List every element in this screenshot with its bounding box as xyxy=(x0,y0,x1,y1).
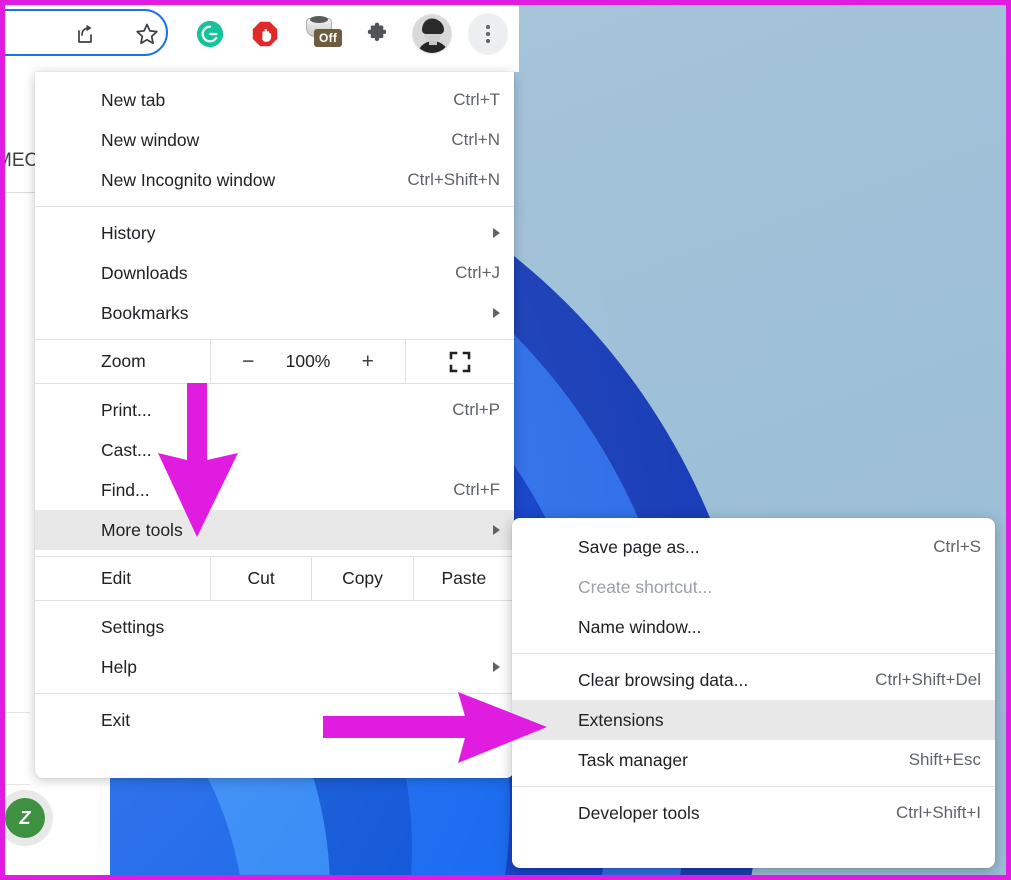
menu-item-label: New Incognito window xyxy=(101,169,276,190)
more-tools-submenu: Save page as... Ctrl+S Create shortcut..… xyxy=(512,518,995,868)
menu-item-cast[interactable]: Cast... xyxy=(35,430,514,470)
screenshot-frame-bottom xyxy=(0,875,1011,880)
menu-item-label: More tools xyxy=(101,519,183,540)
dark-reader-extension-icon[interactable]: Off xyxy=(302,14,343,54)
extensions-puzzle-icon[interactable] xyxy=(357,14,397,54)
paste-button[interactable]: Paste xyxy=(412,557,514,600)
fullscreen-icon[interactable] xyxy=(406,340,514,383)
menu-separator-2 xyxy=(35,693,514,694)
profile-avatar[interactable] xyxy=(412,14,452,54)
bookmark-star-icon[interactable] xyxy=(127,14,167,54)
menu-item-label: Exit xyxy=(101,709,131,730)
menu-item-label: Settings xyxy=(101,616,165,637)
submenu-item-label: Developer tools xyxy=(578,802,700,823)
chat-widget-letter: Z xyxy=(5,798,45,838)
zoom-level-value: 100% xyxy=(285,351,331,371)
chevron-right-icon xyxy=(493,525,500,535)
submenu-item-label: Save page as... xyxy=(578,536,700,557)
menu-item-label: History xyxy=(101,222,156,243)
zoom-in-button[interactable]: + xyxy=(355,350,381,374)
submenu-item-label: Task manager xyxy=(578,749,688,770)
menu-item-shortcut: Ctrl+J xyxy=(455,263,500,282)
screenshot-frame-top xyxy=(0,0,1011,5)
chrome-menu-kebab-icon[interactable] xyxy=(468,13,508,55)
menu-item-settings[interactable]: Settings xyxy=(35,607,514,647)
submenu-item-create-shortcut: Create shortcut... xyxy=(512,567,995,607)
menu-item-shortcut: Ctrl+N xyxy=(451,130,500,149)
submenu-item-label: Extensions xyxy=(578,709,664,730)
submenu-item-task-manager[interactable]: Task manager Shift+Esc xyxy=(512,740,995,780)
menu-item-new-tab[interactable]: New tab Ctrl+T xyxy=(35,80,514,120)
menu-item-shortcut: Ctrl+F xyxy=(453,480,500,499)
chevron-right-icon xyxy=(493,662,500,672)
menu-item-label: New tab xyxy=(101,89,166,110)
submenu-separator-1 xyxy=(512,653,995,654)
submenu-item-shortcut: Ctrl+Shift+Del xyxy=(875,670,981,689)
menu-item-shortcut: Ctrl+P xyxy=(452,400,500,419)
edit-label: Edit xyxy=(101,568,132,588)
submenu-item-label: Clear browsing data... xyxy=(578,669,749,690)
menu-zoom-row: Zoom − 100% + xyxy=(35,339,514,384)
menu-item-find[interactable]: Find... Ctrl+F xyxy=(35,470,514,510)
submenu-separator-2 xyxy=(512,786,995,787)
menu-item-history[interactable]: History xyxy=(35,213,514,253)
submenu-item-shortcut: Ctrl+S xyxy=(933,537,981,556)
menu-item-label: Print... xyxy=(101,399,152,420)
menu-item-new-window[interactable]: New window Ctrl+N xyxy=(35,120,514,160)
submenu-item-extensions[interactable]: Extensions xyxy=(512,700,995,740)
submenu-item-label: Name window... xyxy=(578,616,702,637)
menu-item-label: Find... xyxy=(101,479,150,500)
menu-item-label: Downloads xyxy=(101,262,188,283)
submenu-item-clear-browsing-data[interactable]: Clear browsing data... Ctrl+Shift+Del xyxy=(512,660,995,700)
adblock-extension-icon[interactable] xyxy=(245,14,285,54)
menu-edit-row: Edit Cut Copy Paste xyxy=(35,556,514,601)
menu-item-label: Bookmarks xyxy=(101,302,189,323)
menu-item-shortcut: Ctrl+T xyxy=(453,90,500,109)
chrome-main-menu: New tab Ctrl+T New window Ctrl+N New Inc… xyxy=(35,72,514,778)
zoom-out-button[interactable]: − xyxy=(235,350,261,374)
chevron-right-icon xyxy=(493,308,500,318)
chevron-right-icon xyxy=(493,228,500,238)
menu-item-print[interactable]: Print... Ctrl+P xyxy=(35,390,514,430)
dark-reader-off-badge: Off xyxy=(314,29,343,47)
menu-item-exit[interactable]: Exit xyxy=(35,700,514,740)
grammarly-extension-icon[interactable] xyxy=(190,14,230,54)
menu-item-label: Help xyxy=(101,656,137,677)
submenu-item-developer-tools[interactable]: Developer tools Ctrl+Shift+I xyxy=(512,793,995,833)
screenshot-frame-right xyxy=(1006,0,1011,880)
submenu-item-save-page-as[interactable]: Save page as... Ctrl+S xyxy=(512,527,995,567)
copy-button[interactable]: Copy xyxy=(311,557,412,600)
screenshot-frame-left xyxy=(0,0,5,880)
menu-item-shortcut: Ctrl+Shift+N xyxy=(407,170,500,189)
zoom-label: Zoom xyxy=(101,351,146,371)
page-text-fragment: MEC xyxy=(0,150,39,171)
menu-item-label: Cast... xyxy=(101,439,152,460)
menu-item-help[interactable]: Help xyxy=(35,647,514,687)
submenu-item-name-window[interactable]: Name window... xyxy=(512,607,995,647)
submenu-item-label: Create shortcut... xyxy=(578,576,713,597)
menu-item-new-incognito-window[interactable]: New Incognito window Ctrl+Shift+N xyxy=(35,160,514,200)
menu-item-bookmarks[interactable]: Bookmarks xyxy=(35,293,514,333)
menu-item-downloads[interactable]: Downloads Ctrl+J xyxy=(35,253,514,293)
submenu-item-shortcut: Ctrl+Shift+I xyxy=(895,803,981,822)
share-icon[interactable] xyxy=(65,14,105,54)
menu-item-more-tools[interactable]: More tools xyxy=(35,510,514,550)
cut-button[interactable]: Cut xyxy=(210,557,311,600)
menu-item-label: New window xyxy=(101,129,200,150)
browser-toolbar: Off xyxy=(0,0,519,72)
menu-separator-1 xyxy=(35,206,514,207)
submenu-item-shortcut: Shift+Esc xyxy=(908,750,981,769)
